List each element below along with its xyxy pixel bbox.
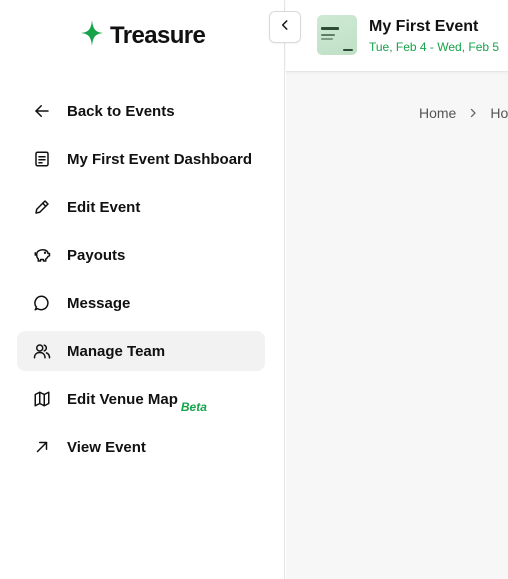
map-icon [32, 389, 52, 409]
sidebar-item-back-to-events[interactable]: Back to Events [17, 91, 265, 131]
breadcrumb: Home Ho [419, 105, 508, 121]
brand-logo[interactable]: Treasure [80, 19, 206, 52]
sidebar-item-view-event[interactable]: View Event [17, 427, 265, 467]
sidebar-item-label: Back to Events [67, 102, 175, 120]
sidebar-item-label: View Event [67, 438, 146, 456]
breadcrumb-item[interactable]: Ho [490, 105, 508, 121]
sidebar-item-manage-team[interactable]: Manage Team [17, 331, 265, 371]
sidebar-item-dashboard[interactable]: My First Event Dashboard [17, 139, 265, 179]
event-title: My First Event [369, 18, 479, 35]
dashboard-icon [32, 149, 52, 169]
chevron-left-icon [278, 18, 292, 37]
main-content: Home Ho [286, 72, 508, 579]
sidebar-item-label: Edit Event [67, 198, 141, 216]
arrow-left-icon [32, 101, 52, 121]
message-bubble-icon [32, 293, 52, 313]
piggy-bank-icon [32, 245, 52, 265]
pencil-icon [32, 197, 52, 217]
beta-badge: Beta [180, 400, 207, 414]
breadcrumb-home-link[interactable]: Home [419, 105, 456, 121]
sidebar-item-message[interactable]: Message [17, 283, 265, 323]
users-icon [32, 341, 52, 361]
sidebar-item-label: Payouts [67, 246, 126, 264]
sidebar-item-payouts[interactable]: Payouts [17, 235, 265, 275]
event-thumbnail[interactable] [317, 15, 357, 55]
sidebar-item-label: Manage Team [67, 342, 166, 360]
sidebar-item-edit-venue-map[interactable]: Edit Venue Map Beta [17, 379, 265, 419]
sidebar-item-label: My First Event Dashboard [67, 150, 253, 168]
collapse-sidebar-button[interactable] [269, 11, 301, 43]
sidebar-item-label: Message [67, 294, 131, 312]
sidebar-item-edit-event[interactable]: Edit Event [17, 187, 265, 227]
sparkle-logo-icon [80, 19, 104, 52]
event-header: My First Event Tue, Feb 4 - Wed, Feb 5 [286, 0, 508, 72]
brand-name: Treasure [110, 21, 206, 49]
sidebar-item-label: Edit Venue Map [67, 390, 178, 408]
sidebar: Treasure Back to Events My First Event D… [0, 0, 285, 579]
sidebar-nav: Back to Events My First Event Dashboard … [17, 91, 265, 475]
event-date: Tue, Feb 4 - Wed, Feb 5 [369, 40, 500, 54]
chevron-right-icon [467, 107, 479, 119]
arrow-up-right-icon [32, 437, 52, 457]
